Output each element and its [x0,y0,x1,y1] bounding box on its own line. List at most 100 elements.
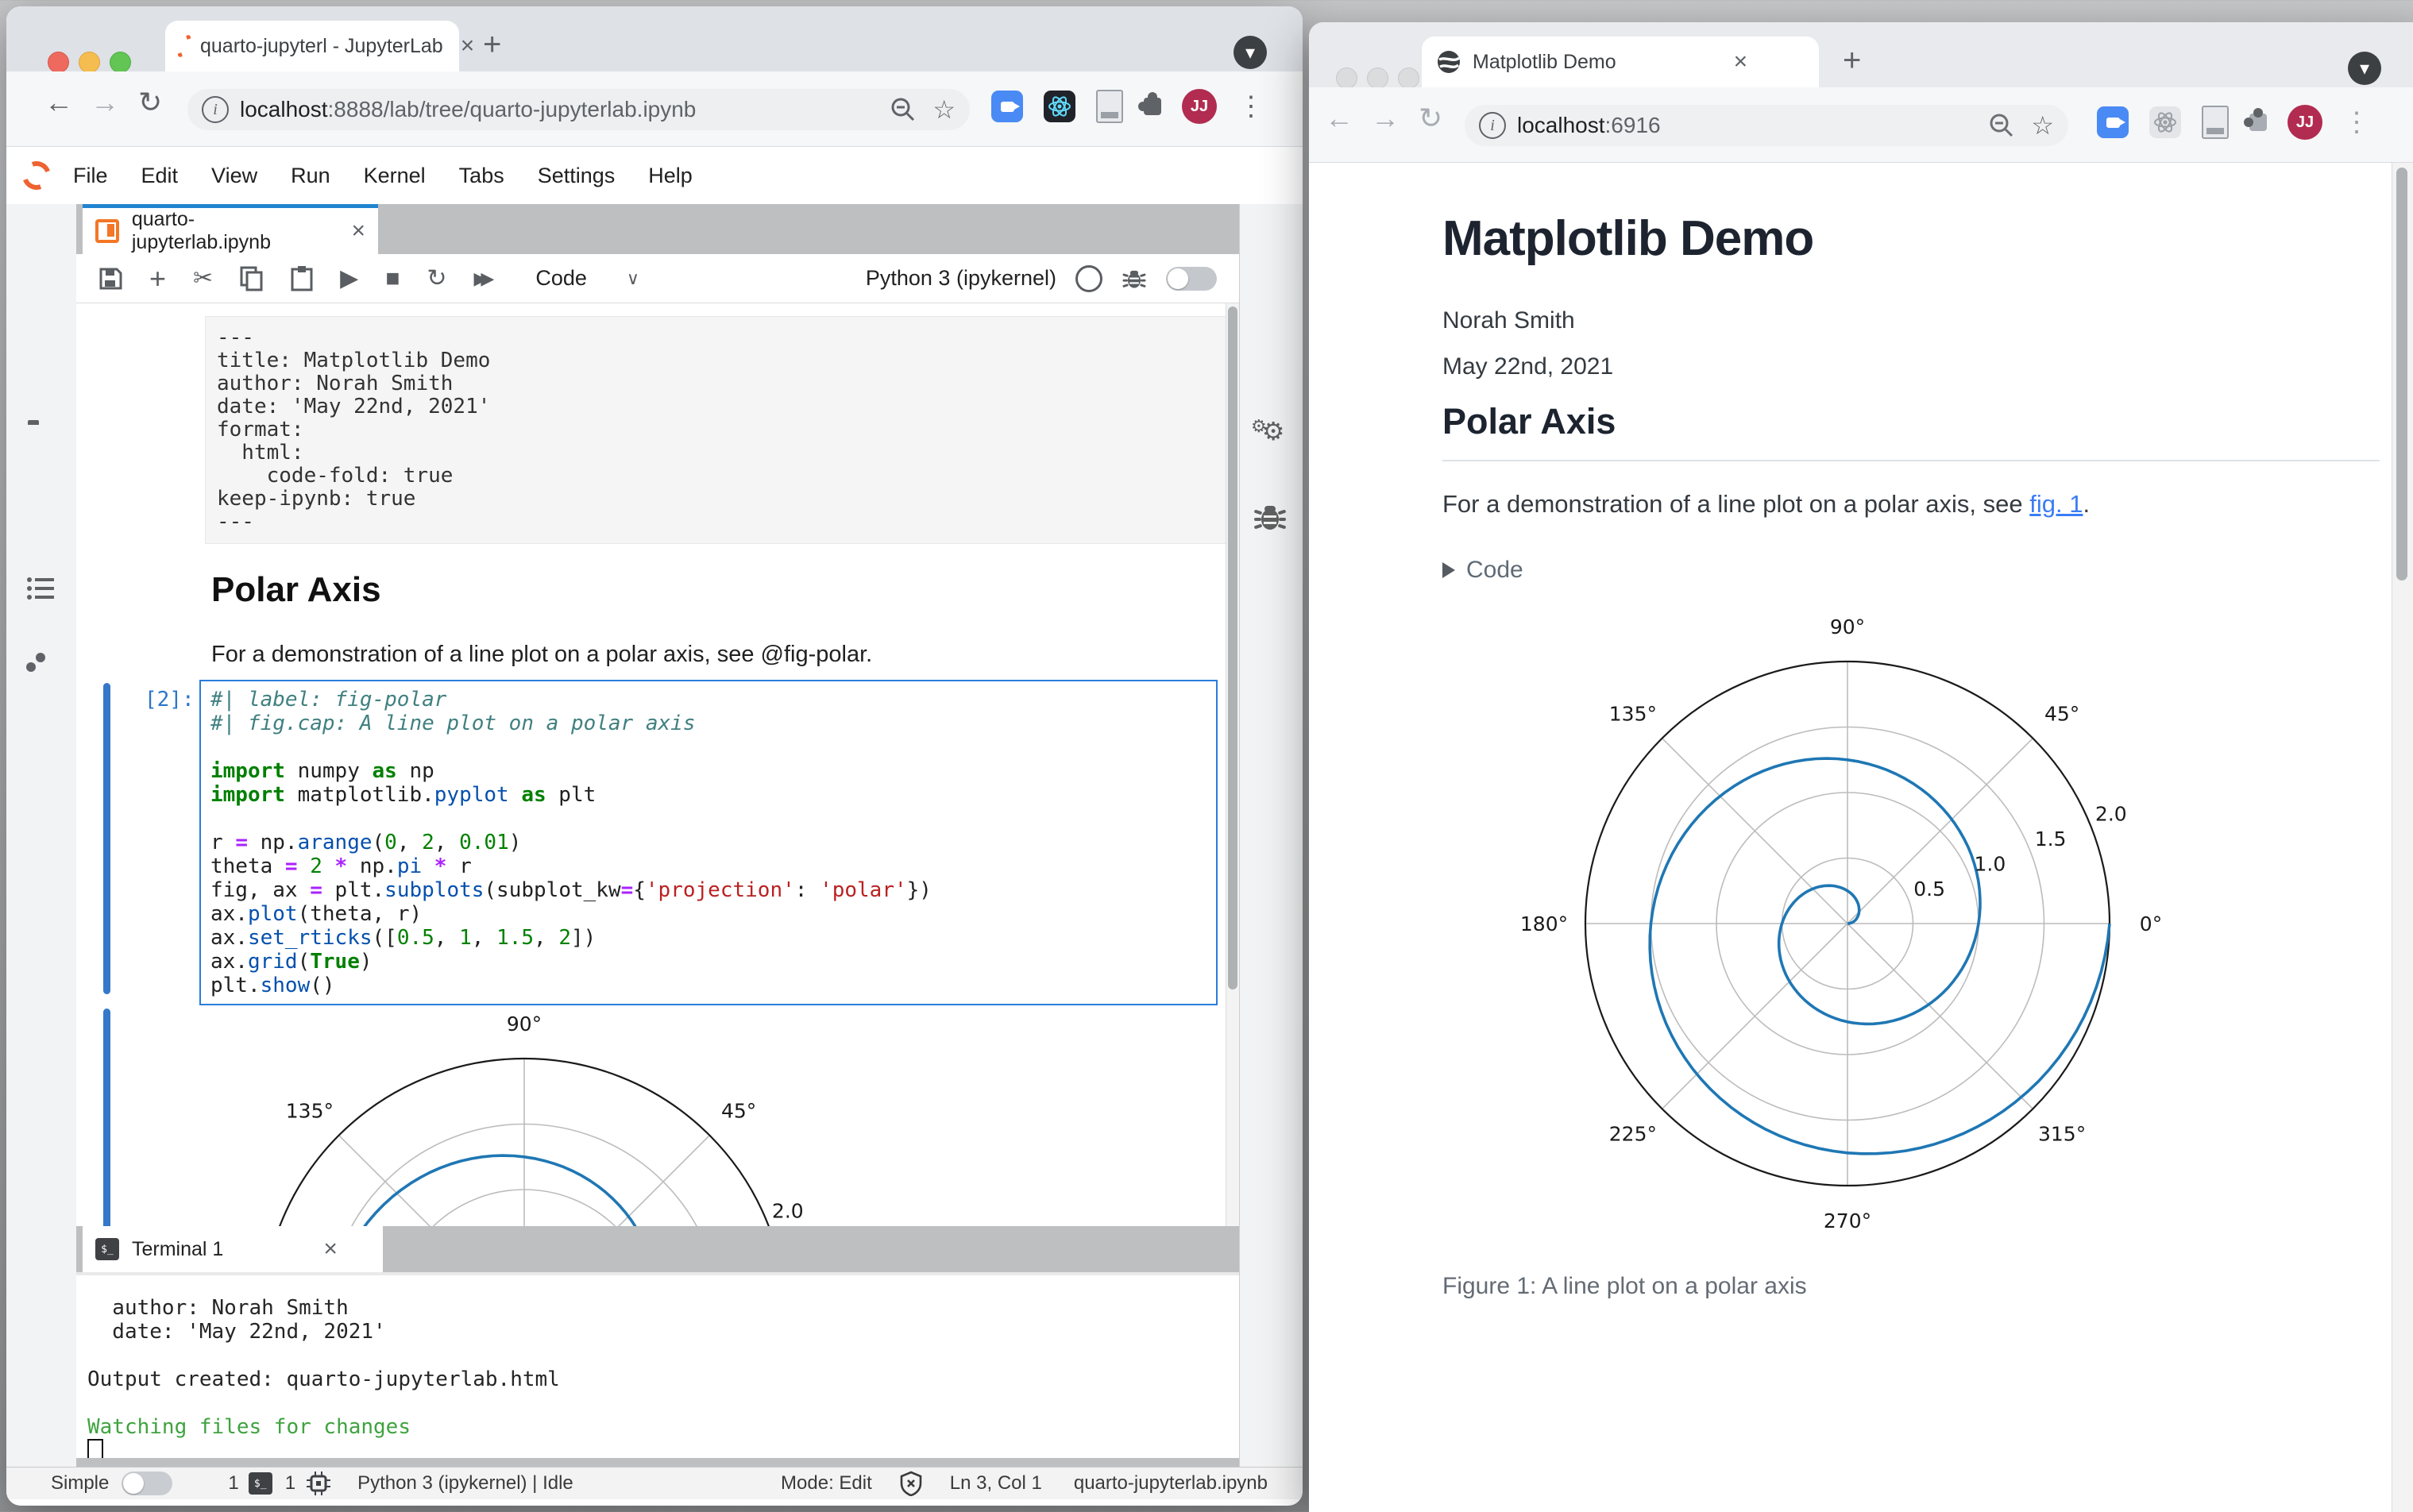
property-inspector-icon[interactable]: ⚙⚙ [1251,415,1289,445]
close-window-button[interactable] [1336,68,1357,89]
back-icon[interactable]: ← [44,86,73,119]
menu-item-file[interactable]: File [73,164,108,188]
extensions-puzzle-icon[interactable] [2244,108,2267,131]
save-icon[interactable] [98,267,122,291]
site-info-icon[interactable]: i [1479,112,1506,139]
zoom-extension-icon[interactable] [991,91,1023,122]
polar-plot: 0° 45° 90° 135° 180° 225° 270° 315° 0.5 1.0 1.5 2.0 [1520,615,2162,1232]
site-info-icon[interactable]: i [202,96,229,123]
globe-favicon [1438,51,1461,73]
bookmark-icon[interactable]: ☆ [2031,110,2054,141]
section-heading-wrap: Polar Axis [1442,401,2380,461]
cell-type-select[interactable]: Code ∨ [535,266,639,291]
restart-run-all-icon[interactable]: ▶▶ [474,269,495,287]
figure-link[interactable]: fig. 1 [2029,490,2083,518]
minimize-window-button[interactable] [79,52,100,73]
stop-kernel-icon[interactable]: ■ [385,266,400,291]
notes-extension-icon[interactable] [2202,106,2229,139]
forward-icon[interactable]: → [1371,102,1400,135]
minimize-window-button[interactable] [1367,68,1388,89]
yaml-line: format: [217,418,304,442]
downloads-icon[interactable]: ▾ [1234,36,1267,69]
mode-indicator[interactable]: Mode: Edit [781,1472,872,1495]
kernel-chip-icon[interactable] [307,1472,331,1495]
table-of-contents-icon[interactable] [27,576,56,601]
dock-tab-bar: quarto-jupyterlab.ipynb × [76,204,1239,254]
simple-mode-label: Simple [51,1472,110,1494]
notes-extension-icon[interactable] [1096,90,1123,123]
close-tab-icon[interactable]: × [461,34,475,58]
address-bar[interactable]: i localhost:6916 ☆ [1465,105,2068,146]
zoom-out-icon[interactable] [1988,112,2015,139]
yaml-line: code-fold: true [217,464,454,488]
toolbar-toggle[interactable] [1166,266,1217,291]
quarto-favicon [175,33,194,60]
zoom-window-button[interactable] [1398,68,1419,89]
reload-icon[interactable]: ↻ [138,86,162,119]
browser-tab[interactable]: Matplotlib Demo × [1422,37,1819,87]
close-tab-icon[interactable]: × [1734,50,1748,74]
kernel-status-text[interactable]: Python 3 (ipykernel) | Idle [357,1472,573,1495]
kernel-name-button[interactable]: Python 3 (ipykernel) [866,266,1056,291]
browser-tab[interactable]: quarto-jupyterl - JupyterLab × [165,21,474,71]
kernel-status-icon [1075,264,1102,292]
new-tab-button[interactable]: + [1843,44,1861,76]
simple-mode-toggle[interactable] [122,1472,173,1495]
close-window-button[interactable] [48,52,69,73]
menu-item-kernel[interactable]: Kernel [364,164,426,188]
code-line: plt.show() [210,974,335,997]
downloads-icon[interactable]: ▾ [2348,52,2381,85]
markdown-heading: Polar Axis [211,570,381,609]
debugger-icon[interactable] [1253,499,1288,534]
terminals-icon[interactable]: $_ [248,1472,272,1495]
insert-cell-icon[interactable]: + [149,264,166,293]
run-cell-icon[interactable]: ▶ [340,266,358,291]
menu-item-tabs[interactable]: Tabs [459,164,504,188]
address-bar[interactable]: i localhost:8888/lab/tree/quarto-jupyter… [187,89,970,130]
menu-item-edit[interactable]: Edit [141,164,179,188]
new-tab-button[interactable]: + [483,29,501,60]
react-devtools-icon[interactable] [2149,106,2181,138]
menu-item-help[interactable]: Help [648,164,693,188]
browser-menu-icon[interactable]: ⋮ [1237,91,1264,122]
tab-title: quarto-jupyterl - JupyterLab [200,34,443,57]
zoom-extension-icon[interactable] [2097,106,2129,138]
camera-icon [2106,117,2125,128]
extensions-puzzle-icon[interactable] [1138,92,1161,115]
code-line: r = np.arange(0, 2, 0.01) [210,831,522,854]
code-fold-summary[interactable]: Code [1442,557,1523,584]
terminal-output[interactable]: author: Norah Smith date: 'May 22nd, 202… [76,1272,1239,1463]
code-cell[interactable]: #| label: fig-polar #| fig.cap: A line pl… [199,680,1218,1005]
yaml-cell[interactable]: --- title: Matplotlib Demo author: Norah S… [205,316,1234,544]
copy-cells-icon[interactable] [240,266,264,291]
menu-item-settings[interactable]: Settings [538,164,616,188]
zoom-out-icon[interactable] [890,96,917,123]
restart-kernel-icon[interactable]: ↻ [427,266,446,291]
forward-icon[interactable]: → [91,86,119,119]
notebook-tab[interactable]: quarto-jupyterlab.ipynb × [83,204,378,254]
theta-tick-label: 225° [1609,1122,1657,1145]
profile-avatar[interactable]: JJ [1182,89,1217,124]
menu-item-run[interactable]: Run [291,164,330,188]
debugger-toggle-icon[interactable] [1122,266,1147,291]
trust-shield-icon[interactable] [899,1471,923,1496]
notebook-scrollbar[interactable] [1226,303,1239,1232]
menu-item-view[interactable]: View [211,164,257,188]
bookmark-icon[interactable]: ☆ [932,94,956,125]
close-notebook-tab-icon[interactable]: × [351,219,365,243]
terminal-tab[interactable]: $_ Terminal 1 × [83,1226,383,1272]
code-fold[interactable]: Code [1442,557,1523,584]
paste-cells-icon[interactable] [291,265,313,291]
camera-icon [1000,101,1020,112]
input-collapser[interactable] [103,683,110,994]
browser-menu-icon[interactable]: ⋮ [2343,106,2370,138]
url-text: localhost:8888/lab/tree/quarto-jupyterla… [240,97,697,122]
cut-cells-icon[interactable]: ✂ [193,266,213,291]
close-terminal-tab-icon[interactable]: × [323,1237,338,1261]
reload-icon[interactable]: ↻ [1419,102,1442,135]
back-icon[interactable]: ← [1325,102,1353,135]
profile-avatar[interactable]: JJ [2288,105,2322,140]
react-devtools-icon[interactable] [1044,91,1075,122]
page-scrollbar[interactable] [2392,163,2413,1512]
zoom-window-button[interactable] [110,52,131,73]
